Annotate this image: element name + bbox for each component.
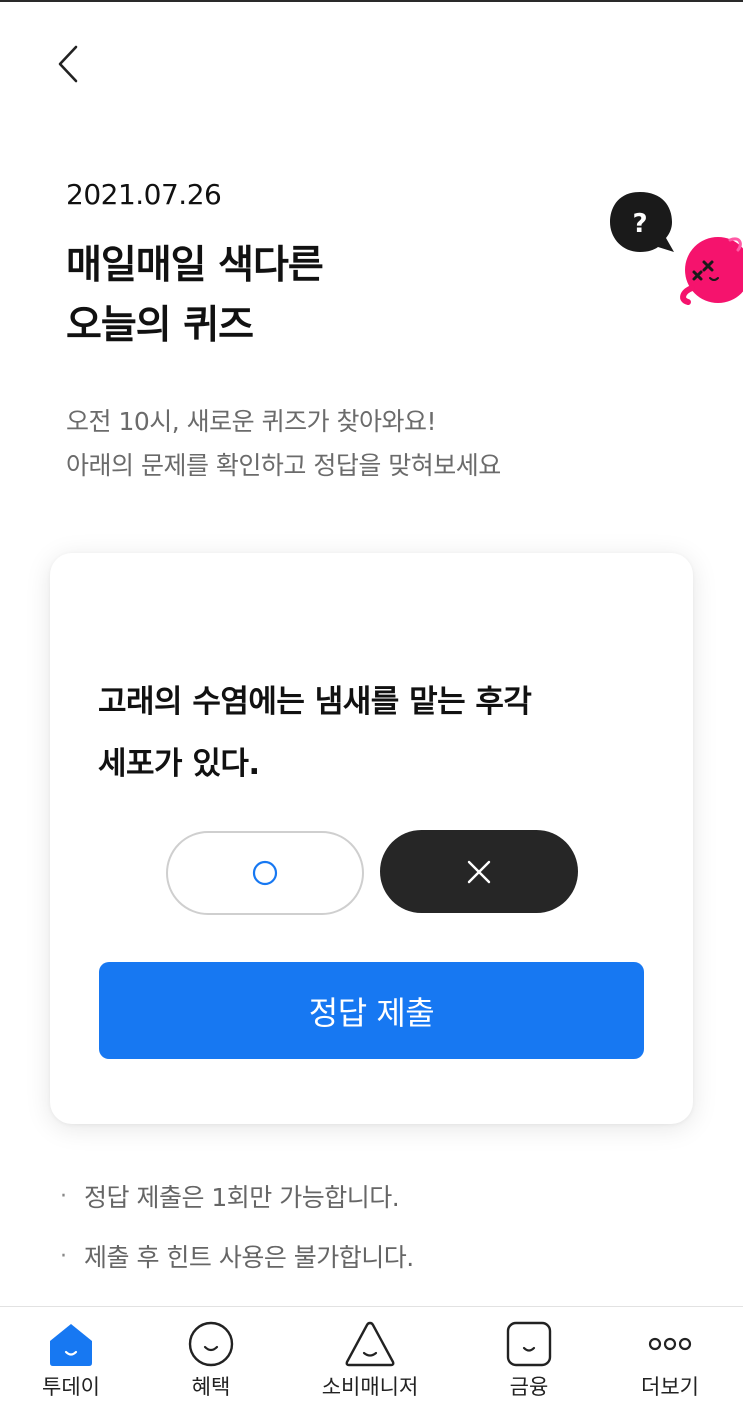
note-item: · 제출 후 힌트 사용은 불가합니다. [60,1236,700,1276]
answer-x-button[interactable] [380,830,578,913]
question-line: 고래의 수염에는 냄새를 맡는 후각 [98,684,532,720]
bullet-dot-icon: · [60,1183,67,1209]
nav-label: 더보기 [641,1375,699,1399]
notes-list: · 정답 제출은 1회만 가능합니다. · 제출 후 힌트 사용은 불가합니다. [60,1176,700,1296]
subtitle-line: 아래의 문제를 확인하고 정답을 맞혀보세요 [66,451,501,480]
note-item: · 정답 제출은 1회만 가능합니다. [60,1176,700,1216]
nav-item-benefits[interactable]: 혜택 [141,1307,281,1409]
chevron-left-icon [58,45,78,83]
quiz-card: 고래의 수염에는 냄새를 맡는 후각 세포가 있다. 정답 제출 [50,553,693,1124]
triangle-face-icon [344,1319,396,1369]
more-dots-icon [644,1319,696,1369]
nav-item-finance[interactable]: 금융 [459,1307,599,1409]
home-icon [45,1319,97,1369]
bullet-dot-icon: · [60,1243,67,1269]
quiz-question: 고래의 수염에는 냄새를 맡는 후각 세포가 있다. [98,671,658,795]
square-face-icon [503,1319,555,1369]
question-line: 세포가 있다. [98,746,260,782]
note-text: 제출 후 힌트 사용은 불가합니다. [84,1243,414,1272]
mascot-character-icon [680,237,743,305]
page-subtitle: 오전 10시, 새로운 퀴즈가 찾아와요! 아래의 문제를 확인하고 정답을 맞… [66,400,666,488]
nav-label: 금융 [509,1375,549,1399]
submit-answer-button[interactable]: 정답 제출 [99,962,644,1059]
subtitle-line: 오전 10시, 새로운 퀴즈가 찾아와요! [66,407,437,436]
answer-o-button[interactable] [166,831,364,915]
smile-circle-icon [185,1319,237,1369]
cross-x-icon [467,860,491,883]
page-title-line: 매일매일 색다른 [66,243,324,288]
nav-label: 투데이 [42,1375,100,1399]
question-bubble-icon: ? [610,192,674,252]
note-text: 정답 제출은 1회만 가능합니다. [84,1183,400,1212]
quiz-mascot-illustration: ? [610,192,743,305]
nav-label: 혜택 [191,1375,231,1399]
quiz-date: 2021.07.26 [66,178,222,211]
back-button[interactable] [44,38,92,90]
circle-o-icon [252,860,278,886]
nav-item-today[interactable]: 투데이 [1,1307,141,1409]
svg-text:?: ? [632,209,647,239]
nav-item-spending-manager[interactable]: 소비매니저 [300,1307,440,1409]
nav-label: 소비매니저 [321,1375,419,1399]
page-title-line: 오늘의 퀴즈 [66,303,254,348]
nav-item-more[interactable]: 더보기 [600,1307,740,1409]
bottom-navigation: 투데이 혜택 소비매니저 금융 더보기 [0,1306,743,1409]
page-title: 매일매일 색다른 오늘의 퀴즈 [66,236,586,356]
status-divider [0,0,743,2]
